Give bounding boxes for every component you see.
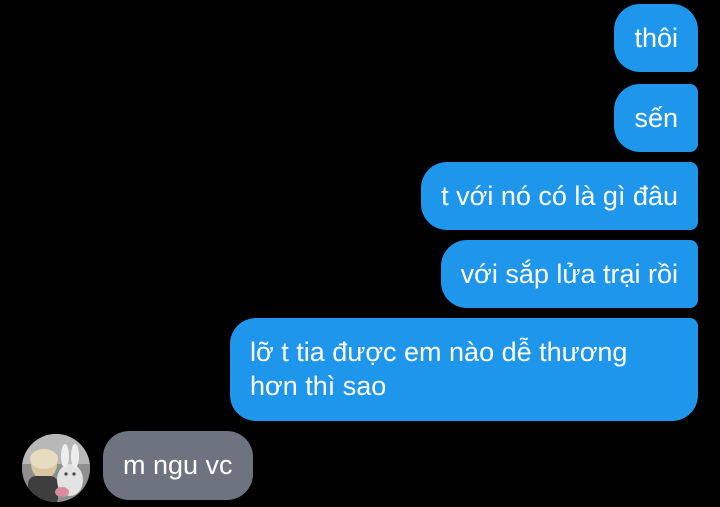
outgoing-message[interactable]: lỡ t tia được em nào dễ thương hơn thì s… [230,318,698,421]
incoming-message[interactable]: m ngu vc [103,431,253,500]
outgoing-message[interactable]: với sắp lửa trại rồi [440,240,698,308]
outgoing-message[interactable]: sến [614,84,698,152]
outgoing-message[interactable]: t với nó có là gì đâu [421,162,698,230]
message-thread: thôi sến t với nó có là gì đâu với sắp l… [0,0,720,507]
message-text: thôi [634,23,678,53]
message-text: t với nó có là gì đâu [441,181,678,211]
avatar-photo-icon [22,434,90,502]
outgoing-message[interactable]: thôi [614,4,698,72]
contact-avatar[interactable] [22,434,90,502]
message-text: sến [634,103,678,133]
message-text: với sắp lửa trại rồi [460,259,678,289]
message-text: lỡ t tia được em nào dễ thương hơn thì s… [250,337,628,401]
message-text: m ngu vc [123,450,233,480]
